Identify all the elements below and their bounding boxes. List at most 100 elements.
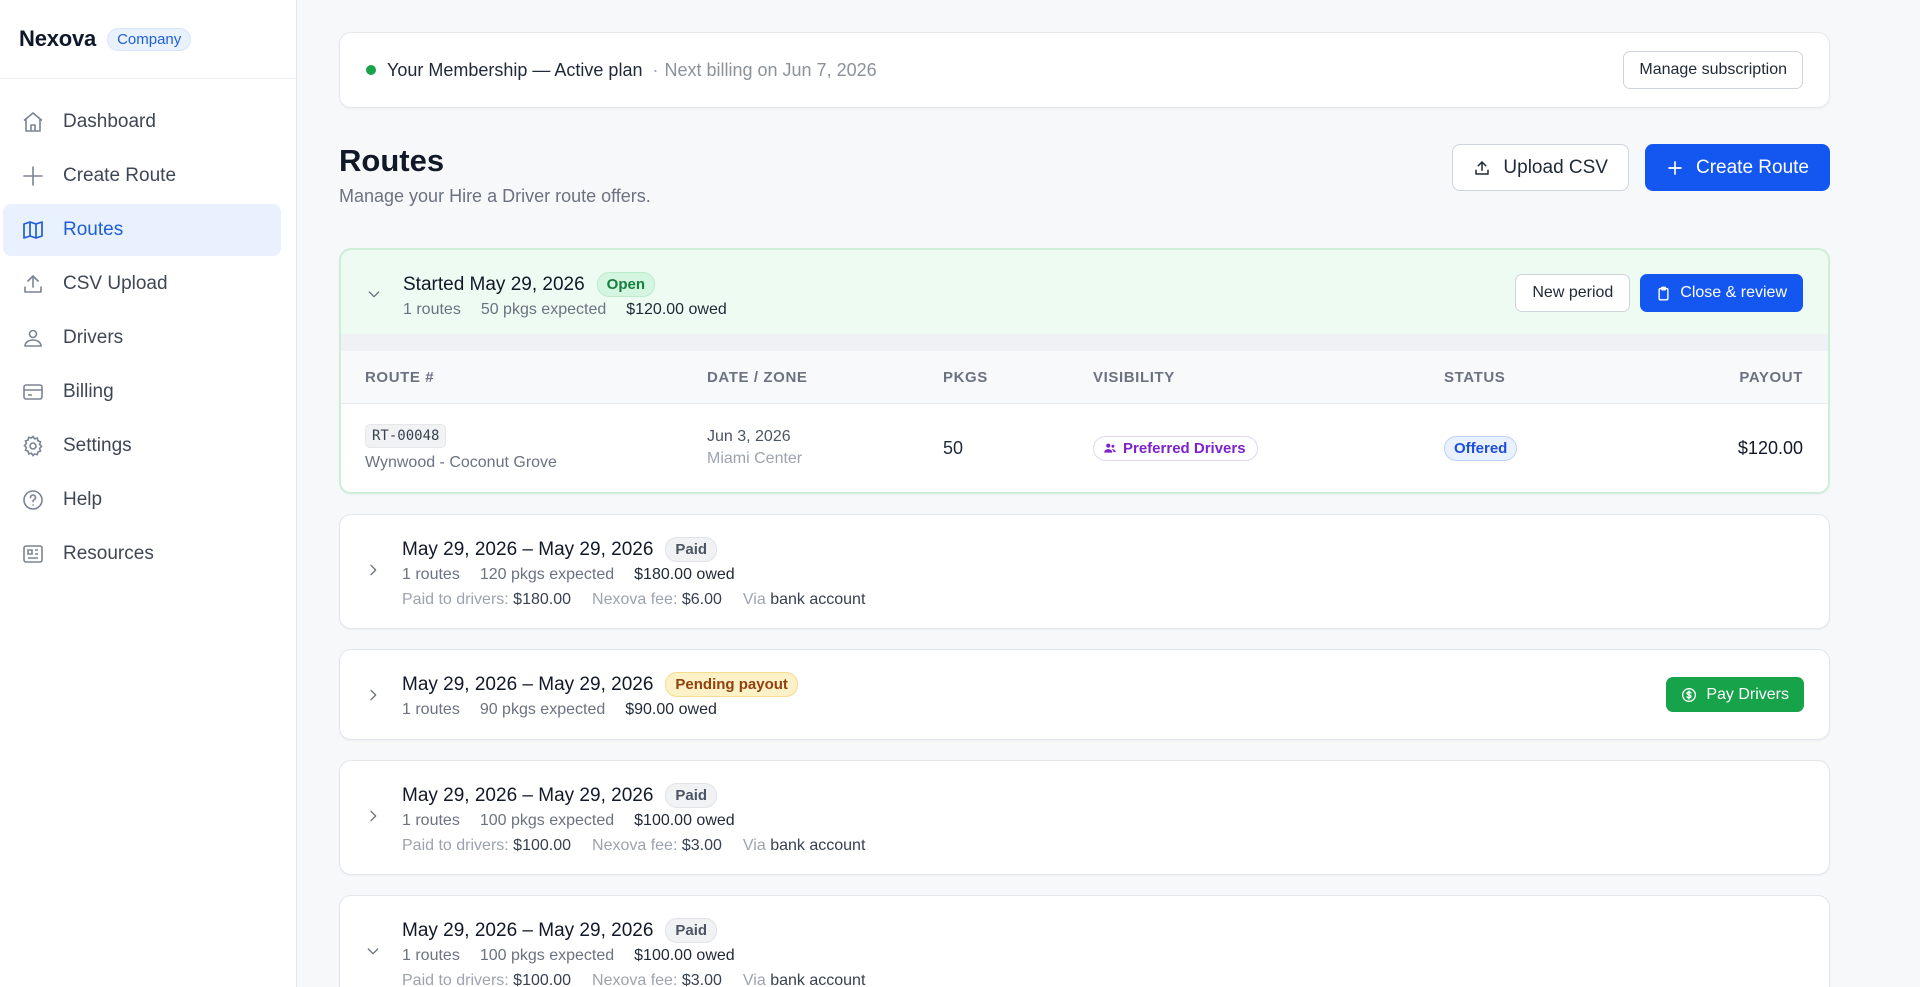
amount-owed: $120.00 owed [626, 301, 727, 318]
sidebar-item-drivers[interactable]: Drivers [3, 312, 281, 364]
period-meta: 1 routes 100 pkgs expected $100.00 owed [402, 947, 1829, 965]
amount-owed: $180.00 owed [634, 566, 735, 583]
column-header-status: Status [1444, 368, 1506, 386]
pay-drivers-button[interactable]: Pay Drivers [1666, 677, 1804, 712]
period-header[interactable]: May 29, 2026 – May 29, 2026 Pending payo… [340, 650, 1829, 719]
visibility-badge: Preferred Drivers [1093, 435, 1258, 461]
table-header: Route # Date / Zone Pkgs Visibility Stat… [341, 351, 1828, 404]
pkgs-cell: 50 [943, 437, 964, 458]
period-actions: Pay Drivers [1666, 677, 1804, 712]
pkgs-expected: 90 pkgs expected [479, 701, 606, 718]
new-period-button[interactable]: New period [1515, 274, 1631, 312]
membership-banner: Your Membership — Active plan · Next bil… [339, 32, 1830, 108]
separator: · [652, 59, 659, 80]
period-title: Started May 29, 2026 [403, 273, 585, 295]
sidebar: Nexova Company Dashboard Create Route Ro… [0, 0, 297, 987]
column-header-pkgs: Pkgs [943, 368, 988, 386]
plus-icon [1668, 160, 1682, 175]
sidebar-item-settings[interactable]: Settings [3, 420, 281, 472]
period-card: May 29, 2026 – May 29, 2026 Paid 1 route… [339, 895, 1830, 987]
period-card: May 29, 2026 – May 29, 2026 Paid 1 route… [339, 514, 1830, 629]
period-header[interactable]: May 29, 2026 – May 29, 2026 Paid 1 route… [340, 896, 1829, 987]
period-header[interactable]: May 29, 2026 – May 29, 2026 Paid 1 route… [340, 761, 1829, 855]
sidebar-item-label: Drivers [63, 327, 124, 348]
route-count: 1 routes [402, 701, 460, 718]
create-route-button[interactable]: Create Route [1644, 144, 1830, 191]
table-divider [341, 334, 1828, 351]
column-header-date-zone: Date / Zone [707, 368, 808, 386]
pkgs-expected: 50 pkgs expected [480, 301, 607, 318]
via-value: bank account [770, 972, 866, 987]
route-count: 1 routes [402, 947, 460, 964]
manage-subscription-button[interactable]: Manage subscription [1623, 51, 1803, 89]
brand-name[interactable]: Nexova [19, 26, 96, 52]
chevron-down-icon[interactable] [365, 285, 383, 303]
chevron-down-icon[interactable] [364, 942, 382, 960]
sidebar-item-routes[interactable]: Routes [3, 204, 281, 256]
status-badge: Pending payout [665, 672, 798, 697]
route-zone: Miami Center [707, 450, 803, 467]
sidebar-item-create-route[interactable]: Create Route [3, 150, 281, 202]
route-count: 1 routes [403, 301, 461, 318]
sidebar-item-label: Help [63, 489, 103, 510]
sidebar-item-label: Dashboard [63, 111, 156, 132]
status-badge: Paid [665, 918, 718, 943]
sidebar-item-label: Resources [63, 543, 154, 564]
period-meta: 1 routes 90 pkgs expected $90.00 owed [402, 701, 1829, 719]
upload-csv-button[interactable]: Upload CSV [1452, 144, 1629, 191]
column-header-route: Route # [365, 368, 435, 386]
route-date: Jun 3, 2026 [707, 428, 791, 445]
sidebar-item-dashboard[interactable]: Dashboard [3, 96, 281, 148]
payment-summary: Paid to drivers: $180.00 Nexova fee: $6.… [402, 591, 1829, 609]
sidebar-item-help[interactable]: Help [3, 474, 281, 526]
sidebar-item-label: Routes [63, 219, 124, 240]
newspaper-icon [20, 541, 46, 567]
status-cell: Offered [1444, 435, 1666, 461]
pkgs-expected: 100 pkgs expected [479, 947, 615, 964]
amount-owed: $100.00 owed [634, 812, 735, 829]
period-meta: 1 routes 120 pkgs expected $180.00 owed [402, 566, 1829, 584]
page-header: Routes Manage your Hire a Driver route o… [339, 143, 1830, 215]
sidebar-item-label: Create Route [63, 165, 177, 186]
pay-drivers-label: Pay Drivers [1706, 685, 1789, 703]
close-review-button[interactable]: Close & review [1640, 274, 1803, 312]
users-icon [1104, 443, 1116, 453]
fee-label: Nexova fee: [592, 591, 678, 608]
period-header[interactable]: Started May 29, 2026 Open 1 routes 50 pk… [341, 250, 1828, 319]
paid-value: $100.00 [513, 837, 572, 854]
pkgs-expected: 100 pkgs expected [479, 812, 615, 829]
payout-cell: $120.00 [1737, 437, 1803, 458]
status-badge: Paid [665, 783, 718, 808]
sidebar-item-csv-upload[interactable]: CSV Upload [3, 258, 281, 310]
upload-csv-label: Upload CSV [1503, 156, 1608, 178]
gear-icon [20, 433, 46, 459]
route-cell: RT-00048 Wynwood - Coconut Grove [341, 424, 707, 472]
upload-icon [1475, 160, 1490, 175]
status-badge: Offered [1444, 435, 1518, 461]
sidebar-item-resources[interactable]: Resources [3, 528, 281, 580]
fee-value: $3.00 [681, 837, 722, 854]
via-label: Via [742, 591, 766, 608]
chevron-right-icon[interactable] [364, 807, 382, 825]
chevron-right-icon[interactable] [364, 561, 382, 579]
paid-value: $180.00 [513, 591, 572, 608]
via-value: bank account [770, 837, 866, 854]
membership-title: Your Membership — Active plan [387, 59, 643, 80]
table-row[interactable]: RT-00048 Wynwood - Coconut Grove Jun 3, … [341, 404, 1828, 492]
next-billing: Next billing on Jun 7, 2026 [664, 59, 877, 80]
plus-icon [20, 163, 46, 189]
chevron-right-icon[interactable] [364, 686, 382, 704]
amount-owed: $100.00 owed [634, 947, 735, 964]
sidebar-item-billing[interactable]: Billing [3, 366, 281, 418]
payment-summary: Paid to drivers: $100.00 Nexova fee: $3.… [402, 837, 1829, 855]
status-dot [366, 65, 376, 75]
home-icon [20, 109, 46, 135]
header-actions: Upload CSV Create Route [1452, 144, 1830, 191]
period-meta: 1 routes 100 pkgs expected $100.00 owed [402, 812, 1829, 830]
period-header[interactable]: May 29, 2026 – May 29, 2026 Paid 1 route… [340, 515, 1829, 609]
map-icon [20, 217, 46, 243]
fee-value: $6.00 [681, 591, 722, 608]
period-card: May 29, 2026 – May 29, 2026 Pending payo… [339, 649, 1830, 740]
main-content: Your Membership — Active plan · Next bil… [339, 32, 1830, 987]
fee-label: Nexova fee: [592, 837, 678, 854]
